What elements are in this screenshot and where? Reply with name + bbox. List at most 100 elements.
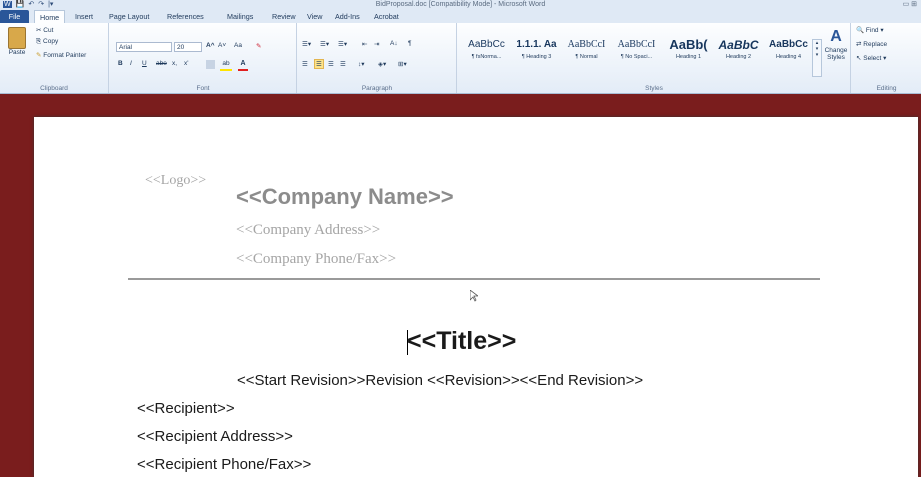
editing-group-label: Editing xyxy=(876,85,897,92)
font-size-select[interactable]: 20 xyxy=(174,42,202,52)
tab-mailings[interactable]: Mailings xyxy=(222,10,258,23)
tab-add-ins[interactable]: Add-Ins xyxy=(330,10,365,23)
word-app-icon[interactable]: W xyxy=(3,1,12,8)
replace-button[interactable]: ⇄ Replace xyxy=(856,40,887,48)
style-name: Heading 1 xyxy=(675,54,702,60)
style-name: ¶ Heading 3 xyxy=(521,54,552,60)
format-painter-label: Format Painter xyxy=(43,52,87,59)
style-fsnormal[interactable]: AaBbCc ¶ fsNorma... xyxy=(460,38,513,70)
tab-review[interactable]: Review xyxy=(267,10,301,23)
borders-icon[interactable]: ⊞▾ xyxy=(398,60,407,68)
style-heading-3[interactable]: 1.1.1. Aa ¶ Heading 3 xyxy=(510,38,563,70)
select-button[interactable]: ↖ Select ▾ xyxy=(856,54,886,62)
show-formatting-button[interactable]: ¶ xyxy=(408,40,412,47)
customize-qat-icon[interactable]: |▾ xyxy=(48,1,53,8)
format-painter-button[interactable]: ✎ Format Painter xyxy=(36,51,86,59)
tab-acrobat[interactable]: Acrobat xyxy=(369,10,404,23)
tab-home[interactable]: Home xyxy=(34,10,66,24)
style-name: Heading 2 xyxy=(725,54,752,60)
change-styles-label: Change Styles xyxy=(824,47,848,61)
align-center-icon[interactable]: ☰ xyxy=(314,59,324,69)
logo-placeholder: <<Logo>> xyxy=(145,173,207,188)
redo-icon[interactable]: ↷ xyxy=(38,1,44,8)
cut-button[interactable]: ✂ Cut xyxy=(36,26,53,34)
paragraph-group-label: Paragraph xyxy=(361,85,393,92)
window-title: BidProposal.doc [Compatibility Mode] - M… xyxy=(375,1,546,8)
company-phone-fax: <<Company Phone/Fax>> xyxy=(236,251,397,267)
font-group: Arial 20 A^ A˅ Aa ✎ B I U abe x, x' ab A… xyxy=(110,23,297,93)
shading-icon[interactable]: ◈▾ xyxy=(378,60,386,68)
recipient: <<Recipient>> xyxy=(137,400,235,417)
decrease-indent-icon[interactable]: ⇤ xyxy=(362,40,367,48)
text-effects-icon[interactable] xyxy=(206,60,215,69)
editing-group: 🔍 Find ▾ ⇄ Replace ↖ Select ▾ Editing xyxy=(852,23,921,93)
multilevel-list-icon[interactable]: ☰▾ xyxy=(338,40,347,48)
window-controls[interactable]: ▭ ⊞ xyxy=(903,0,917,9)
copy-icon: ⎘ xyxy=(36,38,44,45)
header-divider xyxy=(128,278,820,280)
cut-label: Cut xyxy=(43,27,54,34)
line-spacing-icon[interactable]: ↕▾ xyxy=(358,60,365,68)
company-name: <<Company Name>> xyxy=(236,184,454,209)
clipboard-group-label: Clipboard xyxy=(40,85,68,92)
align-left-icon[interactable]: ☰ xyxy=(302,60,308,68)
copy-label: Copy xyxy=(43,38,59,45)
numbering-icon[interactable]: ☰▾ xyxy=(320,40,329,48)
bullets-icon[interactable]: ☰▾ xyxy=(302,40,311,48)
font-color-button[interactable]: A xyxy=(238,60,248,71)
style-sample: AaBbCcI xyxy=(617,39,656,50)
paste-button[interactable]: Paste xyxy=(6,27,28,63)
grow-font-button[interactable]: A^ xyxy=(206,42,215,49)
title-bar: BidProposal.doc [Compatibility Mode] - M… xyxy=(0,0,921,9)
mouse-pointer-icon xyxy=(469,289,480,304)
binoculars-icon: 🔍 xyxy=(856,27,866,34)
styles-scroll[interactable]: ▴ ▾ ▾ xyxy=(812,39,822,77)
clear-formatting-icon[interactable]: ✎ xyxy=(256,42,261,50)
increase-indent-icon[interactable]: ⇥ xyxy=(374,40,379,48)
subscript-button[interactable]: x, xyxy=(172,60,177,67)
style-sample: AaBbCc xyxy=(468,39,505,50)
style-heading-4[interactable]: AaBbCc Heading 4 xyxy=(762,38,815,70)
style-heading-1[interactable]: AaBb( Heading 1 xyxy=(662,38,715,70)
tab-page-layout[interactable]: Page Layout xyxy=(104,10,154,23)
sort-button[interactable]: A↓ xyxy=(390,40,398,47)
highlight-icon[interactable]: ab xyxy=(220,60,232,71)
tab-insert[interactable]: Insert xyxy=(70,10,98,23)
find-label: Find xyxy=(865,27,879,34)
undo-icon[interactable]: ↶ xyxy=(28,1,34,8)
strikethrough-button[interactable]: abe xyxy=(156,60,167,67)
quick-access-toolbar: W 💾 ↶ ↷ |▾ xyxy=(3,1,53,8)
superscript-button[interactable]: x' xyxy=(184,60,189,67)
revision-line: <<Start Revision>>Revision <<Revision>><… xyxy=(237,372,644,389)
change-case-button[interactable]: Aa xyxy=(234,42,242,49)
clipboard-group: Paste ✂ Cut ⎘ Copy ✎ Format Painter Clip… xyxy=(0,23,109,93)
replace-label: Replace xyxy=(863,41,888,48)
style-no-spacing[interactable]: AaBbCcI ¶ No Spaci... xyxy=(610,38,663,70)
select-label: Select xyxy=(863,55,882,62)
tab-view[interactable]: View xyxy=(302,10,327,23)
shrink-font-button[interactable]: A˅ xyxy=(218,42,226,49)
tab-file[interactable]: File xyxy=(0,10,29,23)
copy-button[interactable]: ⎘ Copy xyxy=(36,38,58,46)
styles-group-label: Styles xyxy=(645,85,663,92)
style-name: ¶ Normal xyxy=(575,54,598,60)
underline-button[interactable]: U xyxy=(142,60,147,67)
italic-button[interactable]: I xyxy=(130,60,132,67)
ribbon-tabs: File Home Insert Page Layout References … xyxy=(0,9,921,24)
save-icon[interactable]: 💾 xyxy=(16,1,25,8)
align-right-icon[interactable]: ☰ xyxy=(328,60,334,68)
paste-icon xyxy=(8,27,26,49)
change-styles-icon: A xyxy=(830,28,842,45)
style-heading-2[interactable]: AaBbC Heading 2 xyxy=(712,38,765,70)
find-button[interactable]: 🔍 Find ▾ xyxy=(856,26,884,34)
style-normal[interactable]: AaBbCcI ¶ Normal xyxy=(560,38,613,70)
change-styles-button[interactable]: A Change Styles xyxy=(822,27,850,61)
style-name: ¶ No Spaci... xyxy=(620,54,653,60)
justify-icon[interactable]: ☰ xyxy=(340,60,346,68)
style-sample: AaBb( xyxy=(669,37,708,52)
style-sample: AaBbC xyxy=(718,38,759,52)
tab-references[interactable]: References xyxy=(162,10,209,23)
style-sample: AaBbCc xyxy=(769,39,808,50)
bold-button[interactable]: B xyxy=(118,60,123,67)
font-family-select[interactable]: Arial xyxy=(116,42,172,52)
